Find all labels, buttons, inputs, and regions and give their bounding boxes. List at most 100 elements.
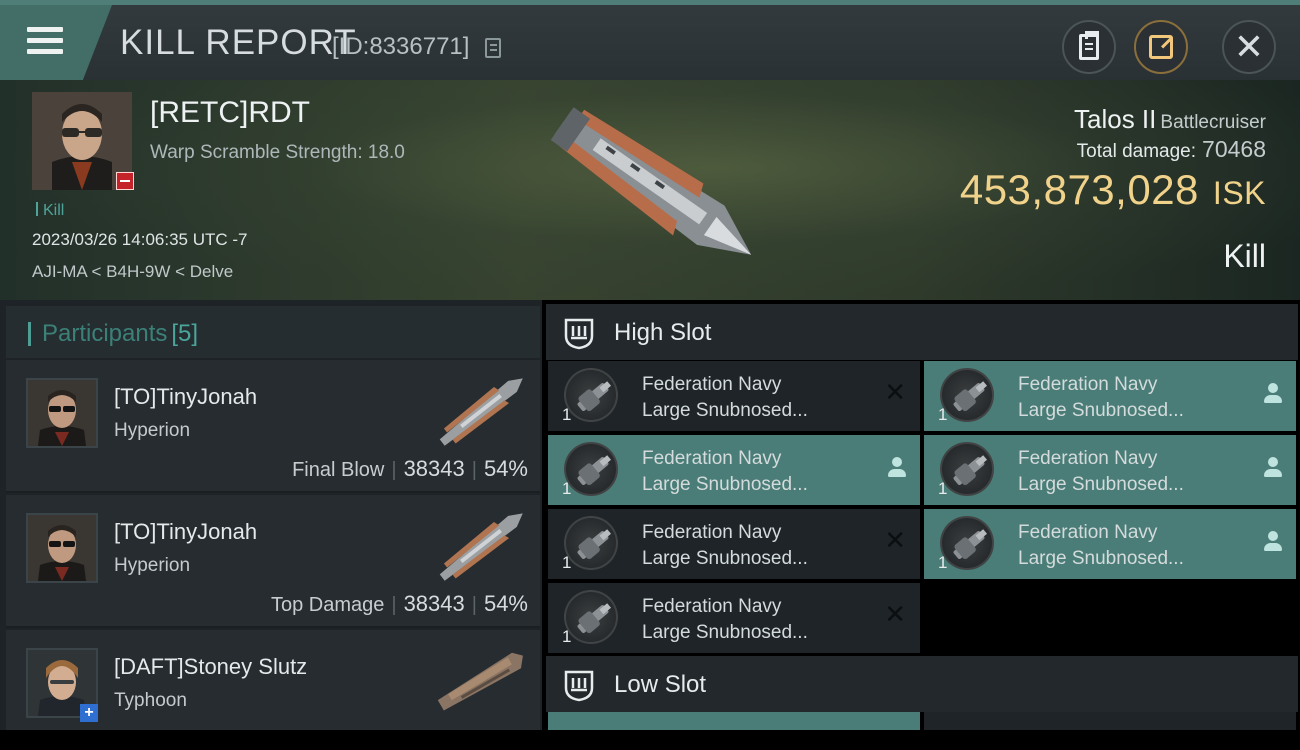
module-name: Federation Navy Large Snubnosed... <box>642 446 808 498</box>
participant-stats: Top Damage | 38343 | 54% <box>271 591 528 617</box>
module-card[interactable]: 1 Federation Navy Large Snubnosed... ✕ <box>548 583 920 653</box>
module-quantity: 1 <box>562 479 572 498</box>
low-slot-title: Low Slot <box>614 671 707 698</box>
module-card-partial[interactable] <box>924 712 1296 730</box>
victim-ship-image[interactable] <box>520 90 780 290</box>
hostile-badge <box>116 172 134 190</box>
participant-portrait[interactable] <box>26 513 98 583</box>
module-icon <box>564 590 618 644</box>
module-quantity: 1 <box>562 627 572 646</box>
share-button[interactable] <box>1134 20 1188 74</box>
kill-datetime: 2023/03/26 14:06:35 UTC -7 <box>32 230 248 249</box>
module-card[interactable]: 1 Federation Navy Large Snubnosed... <box>548 435 920 505</box>
participant-name[interactable]: [TO]TinyJonah <box>114 519 257 545</box>
participant-percent: 54% <box>483 456 528 481</box>
module-icon <box>564 442 618 496</box>
kill-location[interactable]: AJI-MA < B4H-9W < Delve <box>32 262 233 282</box>
module-name-line2: Large Snubnosed... <box>1018 548 1184 569</box>
module-card[interactable]: 1 Federation Navy Large Snubnosed... ✕ <box>548 361 920 431</box>
person-icon <box>888 457 906 479</box>
ship-name-text: Talos II <box>1074 104 1157 134</box>
ship-class: Battlecruiser <box>1160 112 1266 133</box>
module-name-line1: Federation Navy <box>642 374 782 395</box>
module-quantity: 1 <box>938 405 948 424</box>
module-card[interactable]: 1 Federation Navy Large Snubnosed... <box>924 361 1296 431</box>
module-quantity: 1 <box>562 405 572 424</box>
participant-ship: Hyperion <box>114 420 191 441</box>
participant-percent: 54% <box>483 591 528 616</box>
participant-ship-image <box>439 378 523 446</box>
module-name-line2: Large Snubnosed... <box>1018 474 1184 495</box>
module-icon <box>940 442 994 496</box>
module-name: Federation Navy Large Snubnosed... <box>1018 446 1184 498</box>
high-slot-title: High Slot <box>614 319 712 346</box>
participant-portrait[interactable] <box>26 378 98 448</box>
module-icon <box>564 368 618 422</box>
module-name: Federation Navy Large Snubnosed... <box>642 594 808 646</box>
person-icon <box>1264 457 1282 479</box>
stat-separator: | <box>391 459 397 481</box>
close-button[interactable]: ✕ <box>1222 20 1276 74</box>
slot-icon <box>564 670 594 702</box>
close-icon: ✕ <box>1233 26 1265 67</box>
participant-stats: Final Blow | 38343 | 54% <box>292 456 528 482</box>
friendly-badge: + <box>80 704 98 722</box>
kill-type: Kill <box>1223 238 1266 274</box>
participants-title: Participants [5] <box>42 320 198 348</box>
participant-role: Top Damage <box>270 594 385 616</box>
module-icon <box>940 368 994 422</box>
module-quantity: 1 <box>562 553 572 572</box>
participants-header[interactable]: Participants [5] <box>6 306 540 358</box>
victim-ship-name[interactable]: Talos II Battlecruiser <box>1074 104 1266 135</box>
stat-separator: | <box>391 594 397 616</box>
clipboard-button[interactable] <box>1062 20 1116 74</box>
participant-ship: Hyperion <box>114 555 191 576</box>
participant-row[interactable]: [TO]TinyJonah Hyperion Top Damage | 38343 |… <box>6 495 540 628</box>
destroyed-x-icon: ✕ <box>884 377 906 407</box>
module-name-line2: Large Snubnosed... <box>642 548 808 569</box>
isk-value: 453,873,028 ISK <box>960 166 1266 214</box>
module-name: Federation Navy Large Snubnosed... <box>1018 372 1184 424</box>
copy-icon[interactable] <box>485 38 501 58</box>
person-icon <box>1264 383 1282 405</box>
module-card[interactable]: 1 Federation Navy Large Snubnosed... ✕ <box>548 509 920 579</box>
participants-panel: Participants[5] [TO]TinyJonah Hyperion <box>0 300 542 750</box>
slot-icon <box>564 318 594 350</box>
module-name: Federation Navy Large Snubnosed... <box>1018 520 1184 572</box>
module-name-line2: Large Snubnosed... <box>642 474 808 495</box>
module-quantity: 1 <box>938 553 948 572</box>
module-name-line1: Federation Navy <box>642 522 782 543</box>
participant-name[interactable]: [DAFT]Stoney Slutz <box>114 654 307 680</box>
participant-name[interactable]: [TO]TinyJonah <box>114 384 257 410</box>
high-slot-header[interactable]: High Slot <box>546 304 1298 360</box>
window-title: KILL REPORT <box>120 23 357 62</box>
menu-button[interactable] <box>0 5 112 80</box>
stat-separator: | <box>471 594 477 616</box>
module-name-line2: Large Snubnosed... <box>1018 400 1184 421</box>
participants-title-text: Participants <box>42 320 168 347</box>
kill-tag: Kill <box>36 202 64 220</box>
bottom-edge <box>0 730 1300 750</box>
participant-role: Final Blow <box>292 459 385 481</box>
module-card[interactable]: 1 Federation Navy Large Snubnosed... <box>924 509 1296 579</box>
module-name-line1: Federation Navy <box>642 596 782 617</box>
destroyed-x-icon: ✕ <box>884 525 906 555</box>
low-slot-header[interactable]: Low Slot <box>546 656 1298 712</box>
hamburger-menu-icon[interactable] <box>27 27 63 55</box>
module-quantity: 1 <box>938 479 948 498</box>
participant-ship: Typhoon <box>114 690 187 711</box>
module-icon <box>564 516 618 570</box>
module-card-partial[interactable] <box>548 712 920 730</box>
total-damage-label: Total damage: <box>1076 141 1197 162</box>
module-card[interactable]: 1 Federation Navy Large Snubnosed... <box>924 435 1296 505</box>
stat-separator: | <box>471 459 477 481</box>
module-name: Federation Navy Large Snubnosed... <box>642 520 808 572</box>
module-name-line1: Federation Navy <box>1018 374 1158 395</box>
title-bar: KILL REPORT [ID:8336771] ✕ <box>0 0 1300 80</box>
participant-damage: 38343 <box>403 591 465 616</box>
total-damage: Total damage: 70468 <box>1077 136 1266 163</box>
participant-row[interactable]: [TO]TinyJonah Hyperion Final Blow | 38343 |… <box>6 360 540 493</box>
isk-unit: ISK <box>1212 175 1266 211</box>
module-name-line1: Federation Navy <box>1018 448 1158 469</box>
victim-name[interactable]: [RETC]RDT <box>150 96 310 130</box>
